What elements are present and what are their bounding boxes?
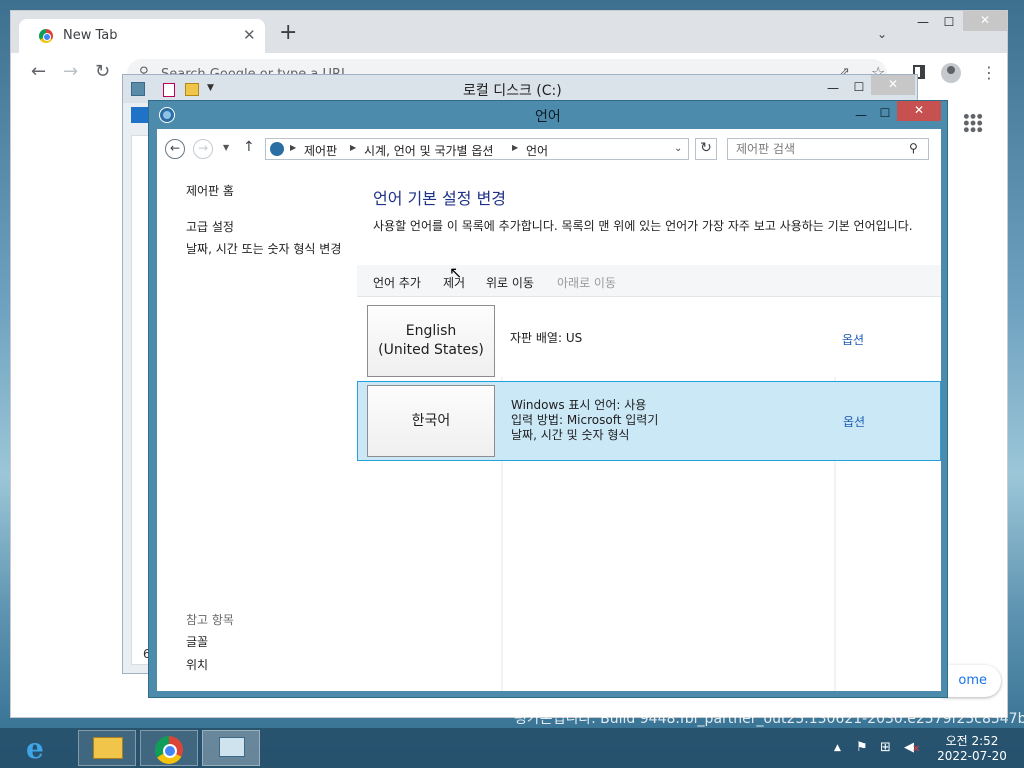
move-up-button[interactable]: 위로 이동: [486, 274, 534, 291]
language-name-tile[interactable]: 한국어: [367, 385, 495, 457]
language-detail-line: 자판 배열: US: [510, 331, 583, 345]
up-arrow-icon[interactable]: ↑: [243, 139, 255, 155]
profile-avatar-icon[interactable]: [941, 63, 961, 83]
language-details: 자판 배열: US: [510, 331, 582, 346]
new-tab-button[interactable]: +: [279, 22, 297, 44]
clock-date[interactable]: 2022-07-20: [934, 749, 1010, 763]
language-options-link[interactable]: 옵션: [843, 413, 865, 430]
mouse-cursor-icon: ↖: [449, 263, 463, 282]
explorer-title: 로컬 디스크 (C:): [463, 83, 562, 99]
language-options-link[interactable]: 옵션: [842, 331, 864, 348]
chrome-minimize-button[interactable]: —: [911, 13, 935, 31]
explorer-title-bar: ▼ 로컬 디스크 (C:) — ☐ ✕: [123, 75, 917, 103]
nav-change-date-time-formats[interactable]: 날짜, 시간 또는 숫자 형식 변경: [186, 241, 352, 257]
cpl-maximize-button[interactable]: ☐: [873, 104, 897, 122]
language-name-tile[interactable]: English (United States): [367, 305, 495, 377]
desktop: { "chrome": { "tab_title": "New Tab", "t…: [0, 0, 1024, 768]
page-title: 언어 기본 설정 변경: [373, 189, 507, 208]
chrome-close-button[interactable]: ✕: [963, 11, 1007, 31]
recent-locations-dropdown-icon[interactable]: ▼: [223, 143, 229, 152]
see-also-location-link[interactable]: 위치: [186, 657, 208, 673]
chrome-icon: [155, 736, 183, 764]
clock-time[interactable]: 오전 2:52: [940, 732, 1004, 749]
breadcrumb-separator-icon[interactable]: ▶: [290, 143, 296, 152]
tab-search-icon[interactable]: ⌄: [877, 27, 887, 41]
chrome-tab-new-tab[interactable]: New Tab ✕: [19, 19, 265, 53]
back-arrow-icon[interactable]: ←: [31, 61, 46, 82]
kebab-menu-icon[interactable]: ⋮: [981, 63, 997, 82]
breadcrumb-clock-language-region[interactable]: 시계, 언어 및 국가별 옵션: [364, 142, 493, 159]
forward-arrow-icon[interactable]: →: [193, 139, 213, 159]
action-center-flag-icon[interactable]: ⚑: [856, 740, 868, 755]
taskbar-chrome[interactable]: [140, 730, 198, 766]
add-language-button[interactable]: 언어 추가: [373, 274, 421, 291]
control-panel-icon: [219, 737, 245, 757]
forward-arrow-icon[interactable]: →: [63, 61, 78, 82]
control-panel-icon: [270, 142, 284, 156]
language-detail-line: Windows 표시 언어: 사용: [511, 398, 647, 412]
language-row-english[interactable]: English (United States) 자판 배열: US 옵션: [357, 297, 941, 377]
chrome-favicon-icon: [39, 29, 53, 43]
nav-control-panel-home[interactable]: 제어판 홈: [186, 183, 234, 199]
explorer-minimize-button[interactable]: —: [821, 79, 845, 97]
taskbar-control-panel[interactable]: [202, 730, 260, 766]
search-control-panel-input[interactable]: [727, 138, 929, 160]
language-detail-line: 날짜, 시간 및 숫자 형식: [511, 428, 630, 442]
explorer-close-button[interactable]: ✕: [871, 75, 915, 95]
nav-advanced-settings[interactable]: 고급 설정: [186, 219, 234, 235]
navigation-bar: ← → ▼ ↑ ▶ 제어판 ▶ 시계, 언어 및 국가별 옵션 ▶ 언어 ⌄ ↻…: [157, 129, 941, 169]
language-control-panel-window: 언어 — ☐ ✕ ← → ▼ ↑ ▶ 제어판 ▶ 시계, 언어 및 국가별 옵션…: [148, 100, 948, 698]
properties-icon[interactable]: [163, 83, 175, 97]
back-arrow-icon[interactable]: ←: [165, 139, 185, 159]
language-detail-line: 입력 방법: Microsoft 입력기: [511, 413, 659, 427]
breadcrumb-control-panel[interactable]: 제어판: [304, 142, 337, 159]
breadcrumb-separator-icon[interactable]: ▶: [512, 143, 518, 152]
chrome-maximize-button[interactable]: ☐: [937, 13, 961, 31]
see-also-heading: 참고 항목: [186, 613, 234, 627]
breadcrumb-language[interactable]: 언어: [526, 142, 548, 159]
folder-icon: [93, 737, 123, 759]
see-also-fonts-link[interactable]: 글꼴: [186, 634, 208, 650]
cpl-close-button[interactable]: ✕: [897, 101, 941, 121]
breadcrumb-separator-icon[interactable]: ▶: [350, 143, 356, 152]
cpl-minimize-button[interactable]: —: [849, 106, 873, 124]
language-row-korean[interactable]: 한국어 Windows 표시 언어: 사용 입력 방법: Microsoft 입…: [357, 381, 941, 461]
move-down-button[interactable]: 아래로 이동: [557, 274, 616, 291]
volume-muted-icon: ✕: [912, 744, 921, 755]
language-details: Windows 표시 언어: 사용 입력 방법: Microsoft 입력기 날…: [511, 398, 658, 443]
quick-access-dropdown-icon[interactable]: ▼: [207, 83, 214, 93]
network-icon[interactable]: ⊞: [880, 740, 891, 755]
cpl-client-area: ← → ▼ ↑ ▶ 제어판 ▶ 시계, 언어 및 국가별 옵션 ▶ 언어 ⌄ ↻…: [157, 129, 941, 691]
explorer-maximize-button[interactable]: ☐: [847, 78, 871, 96]
taskbar: e ▲ ⚑ ⊞ ◀ ✕ 오전 2:52 2022-07-20: [0, 728, 1024, 768]
explorer-app-icon: [131, 82, 145, 96]
refresh-icon[interactable]: ↻: [695, 138, 717, 160]
show-hidden-icons-icon[interactable]: ▲: [834, 743, 841, 753]
taskbar-file-explorer[interactable]: [78, 730, 136, 766]
search-icon[interactable]: ⚲: [909, 141, 918, 155]
language-globe-icon: [159, 107, 175, 123]
reload-icon[interactable]: ↻: [95, 61, 110, 82]
address-bar[interactable]: ▶ 제어판 ▶ 시계, 언어 및 국가별 옵션 ▶ 언어 ⌄: [265, 138, 689, 160]
new-folder-icon[interactable]: [185, 83, 199, 96]
window-title: 언어: [535, 109, 561, 125]
language-command-bar: 언어 추가 제거 위로 이동 아래로 이동 ↖: [357, 265, 941, 297]
address-dropdown-icon[interactable]: ⌄: [674, 143, 682, 154]
cpl-title-bar: 언어 — ☐ ✕: [149, 101, 947, 129]
chrome-tab-title: New Tab: [63, 28, 118, 43]
page-description: 사용할 언어를 이 목록에 추가합니다. 목록의 맨 위에 있는 언어가 가장 …: [373, 219, 913, 233]
internet-explorer-icon: e: [26, 732, 44, 765]
chrome-tab-strip: New Tab ✕ + ⌄ — ☐ ✕: [11, 11, 1007, 53]
evaluation-watermark: 평가본입니다. Build 9448.fbl_partner_out25.130…: [514, 711, 1024, 727]
tab-close-icon[interactable]: ✕: [243, 26, 256, 44]
google-apps-icon[interactable]: [963, 113, 983, 133]
taskbar-internet-explorer[interactable]: e: [18, 730, 58, 766]
